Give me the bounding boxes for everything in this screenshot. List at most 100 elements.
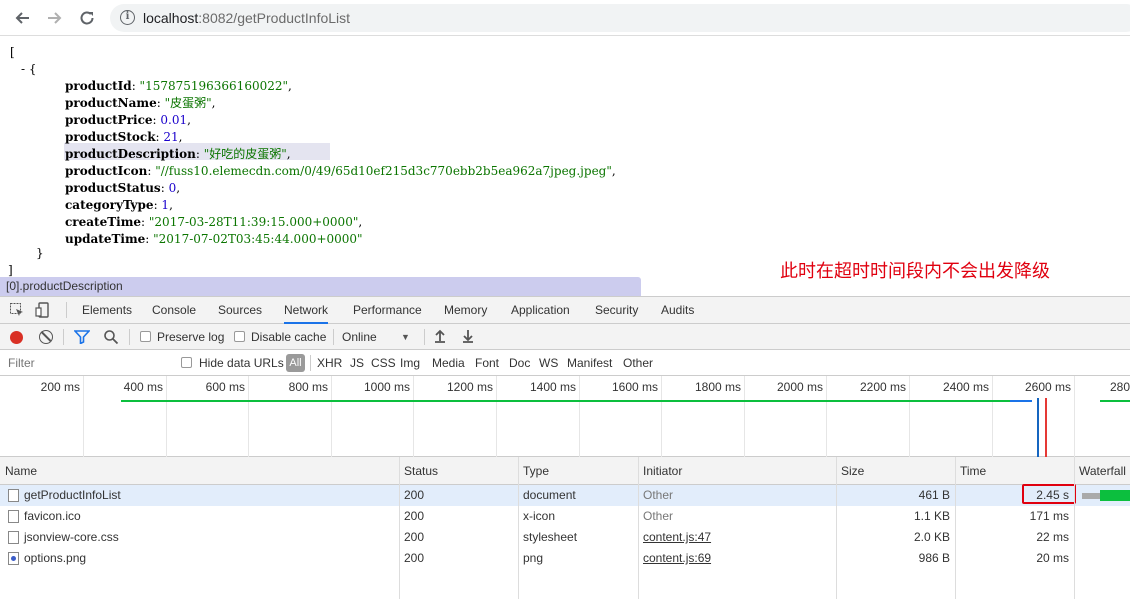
filter-input[interactable] [4, 353, 169, 373]
throttle-dropdown-icon[interactable]: ▼ [401, 324, 410, 350]
record-icon[interactable] [10, 331, 23, 344]
column-divider [836, 457, 837, 599]
timeline-activity-bar [121, 400, 1032, 402]
filter-icon[interactable] [73, 330, 91, 345]
filter-css[interactable]: CSS [371, 350, 396, 376]
request-row[interactable]: favicon.ico 200 x-icon Other 1.1 KB 171 ms [0, 506, 1130, 527]
cell-type: png [523, 551, 544, 565]
filter-manifest[interactable]: Manifest [567, 350, 612, 376]
cell-type: x-icon [523, 509, 556, 523]
request-row[interactable]: options.png 200 png content.js:69 986 B 20 ms [0, 548, 1130, 569]
search-icon[interactable] [103, 329, 119, 345]
column-header-time[interactable]: Time [960, 457, 986, 485]
requests-table-header: Name Status Type Initiator Size Time Waterfall [0, 457, 1130, 485]
filter-xhr[interactable]: XHR [317, 350, 342, 376]
cell-name: jsonview-core.css [24, 530, 119, 544]
timeline-gridline [248, 376, 249, 457]
tab-performance[interactable]: Performance [353, 297, 422, 324]
filter-font[interactable]: Font [475, 350, 499, 376]
cell-initiator[interactable]: content.js:69 [643, 548, 711, 569]
inspect-element-icon[interactable] [9, 302, 25, 318]
timeline-tick-label: 2000 ms [776, 380, 823, 394]
column-header-size[interactable]: Size [841, 457, 864, 485]
load-event-marker [1045, 398, 1047, 457]
tab-elements[interactable]: Elements [82, 297, 132, 324]
disable-cache-checkbox[interactable] [234, 331, 245, 342]
column-header-status[interactable]: Status [404, 457, 438, 485]
annotation-text: 此时在超时时间段内不会出发降级 [780, 261, 1050, 282]
timeline-tick-label: 1200 ms [446, 380, 493, 394]
request-row[interactable]: getProductInfoList 200 document Other 461 B2… [0, 485, 1130, 506]
filter-ws[interactable]: WS [539, 350, 558, 376]
filter-js[interactable]: JS [350, 350, 364, 376]
json-open-bracket: [ [10, 45, 15, 59]
timeline-gridline [579, 376, 580, 457]
json-close-brace: } [36, 246, 44, 260]
tab-console[interactable]: Console [152, 297, 196, 324]
reload-icon[interactable] [75, 6, 99, 30]
json-collapse-toggle[interactable]: - { [21, 61, 37, 78]
preserve-log-checkbox[interactable] [140, 331, 151, 342]
json-field-updateTime: updateTime: "2017-07-02T03:45:44.000+000… [65, 232, 363, 246]
url-text[interactable]: localhost:8082/getProductInfoList [143, 10, 350, 26]
tab-audits[interactable]: Audits [661, 297, 694, 324]
import-har-icon[interactable] [434, 329, 446, 346]
export-har-icon[interactable] [462, 329, 474, 346]
cell-status: 200 [404, 488, 425, 502]
request-row[interactable]: jsonview-core.css 200 stylesheet content.js… [0, 527, 1130, 548]
info-icon[interactable]: i [120, 10, 135, 25]
filter-other[interactable]: Other [623, 350, 653, 376]
document-file-icon [8, 510, 19, 523]
json-key: productDescription [65, 147, 196, 161]
domcontentloaded-marker [1037, 398, 1039, 457]
cell-status: 200 [404, 509, 425, 523]
tab-memory[interactable]: Memory [444, 297, 487, 324]
filter-media[interactable]: Media [432, 350, 465, 376]
network-overview-timeline[interactable]: 200 ms 400 ms 600 ms 800 ms 1000 ms 1200 ms 14… [0, 376, 1130, 457]
tab-application[interactable]: Application [511, 297, 570, 324]
filter-doc[interactable]: Doc [509, 350, 530, 376]
clear-icon[interactable] [39, 330, 53, 344]
disable-cache-label: Disable cache [251, 330, 327, 344]
back-arrow-icon[interactable] [10, 6, 34, 30]
throttle-select[interactable]: Online [342, 324, 377, 350]
timeline-gridline [83, 376, 84, 457]
column-header-initiator[interactable]: Initiator [643, 457, 682, 485]
url-bar[interactable]: i localhost:8082/getProductInfoList [110, 4, 1130, 32]
json-field-productStock: productStock: 21, [65, 130, 183, 144]
json-field-productId: productId: "157875196366160022", [65, 79, 292, 93]
cell-size: 1.1 KB [913, 509, 950, 523]
tab-network[interactable]: Network [284, 297, 329, 324]
timeline-tick-label: 280 [1110, 380, 1130, 394]
filter-img[interactable]: Img [400, 350, 420, 376]
cell-size: 2.0 KB [913, 530, 950, 544]
filter-bar: Hide data URLs All XHR JS CSSImg Media Font D… [0, 350, 1130, 376]
timeline-tick-label: 200 ms [40, 380, 80, 394]
json-field-productDescription: productDescription: "好吃的皮蛋粥", [65, 147, 291, 161]
column-header-type[interactable]: Type [523, 457, 549, 485]
cell-initiator[interactable]: content.js:47 [643, 527, 711, 548]
json-value: "好吃的皮蛋粥" [203, 147, 287, 161]
waterfall-download-bar [1100, 490, 1130, 501]
json-value: 21 [163, 130, 179, 144]
cell-name: options.png [24, 551, 87, 565]
filter-all-button[interactable]: All [286, 354, 305, 372]
tab-security[interactable]: Security [595, 297, 638, 324]
column-header-waterfall[interactable]: Waterfall [1079, 457, 1126, 485]
json-viewer: [ - { productId: "157875196366160022", pr… [0, 37, 1130, 277]
timeline-gridline [331, 376, 332, 457]
cell-type: document [523, 488, 576, 502]
cell-status: 200 [404, 530, 425, 544]
json-field-productIcon: productIcon: "//fuss10.elemecdn.com/0/49… [65, 164, 616, 178]
json-key: productPrice [65, 113, 153, 127]
json-value: "皮蛋粥" [164, 96, 212, 110]
forward-arrow-icon[interactable] [43, 6, 67, 30]
timeline-gridline [744, 376, 745, 457]
column-header-name[interactable]: Name [5, 457, 37, 485]
device-toolbar-icon[interactable] [35, 302, 51, 318]
json-value: "157875196366160022" [139, 79, 289, 93]
tab-sources[interactable]: Sources [218, 297, 262, 324]
cell-initiator: Other [643, 488, 674, 502]
timeline-gridline [661, 376, 662, 457]
hide-data-urls-checkbox[interactable] [181, 357, 192, 368]
